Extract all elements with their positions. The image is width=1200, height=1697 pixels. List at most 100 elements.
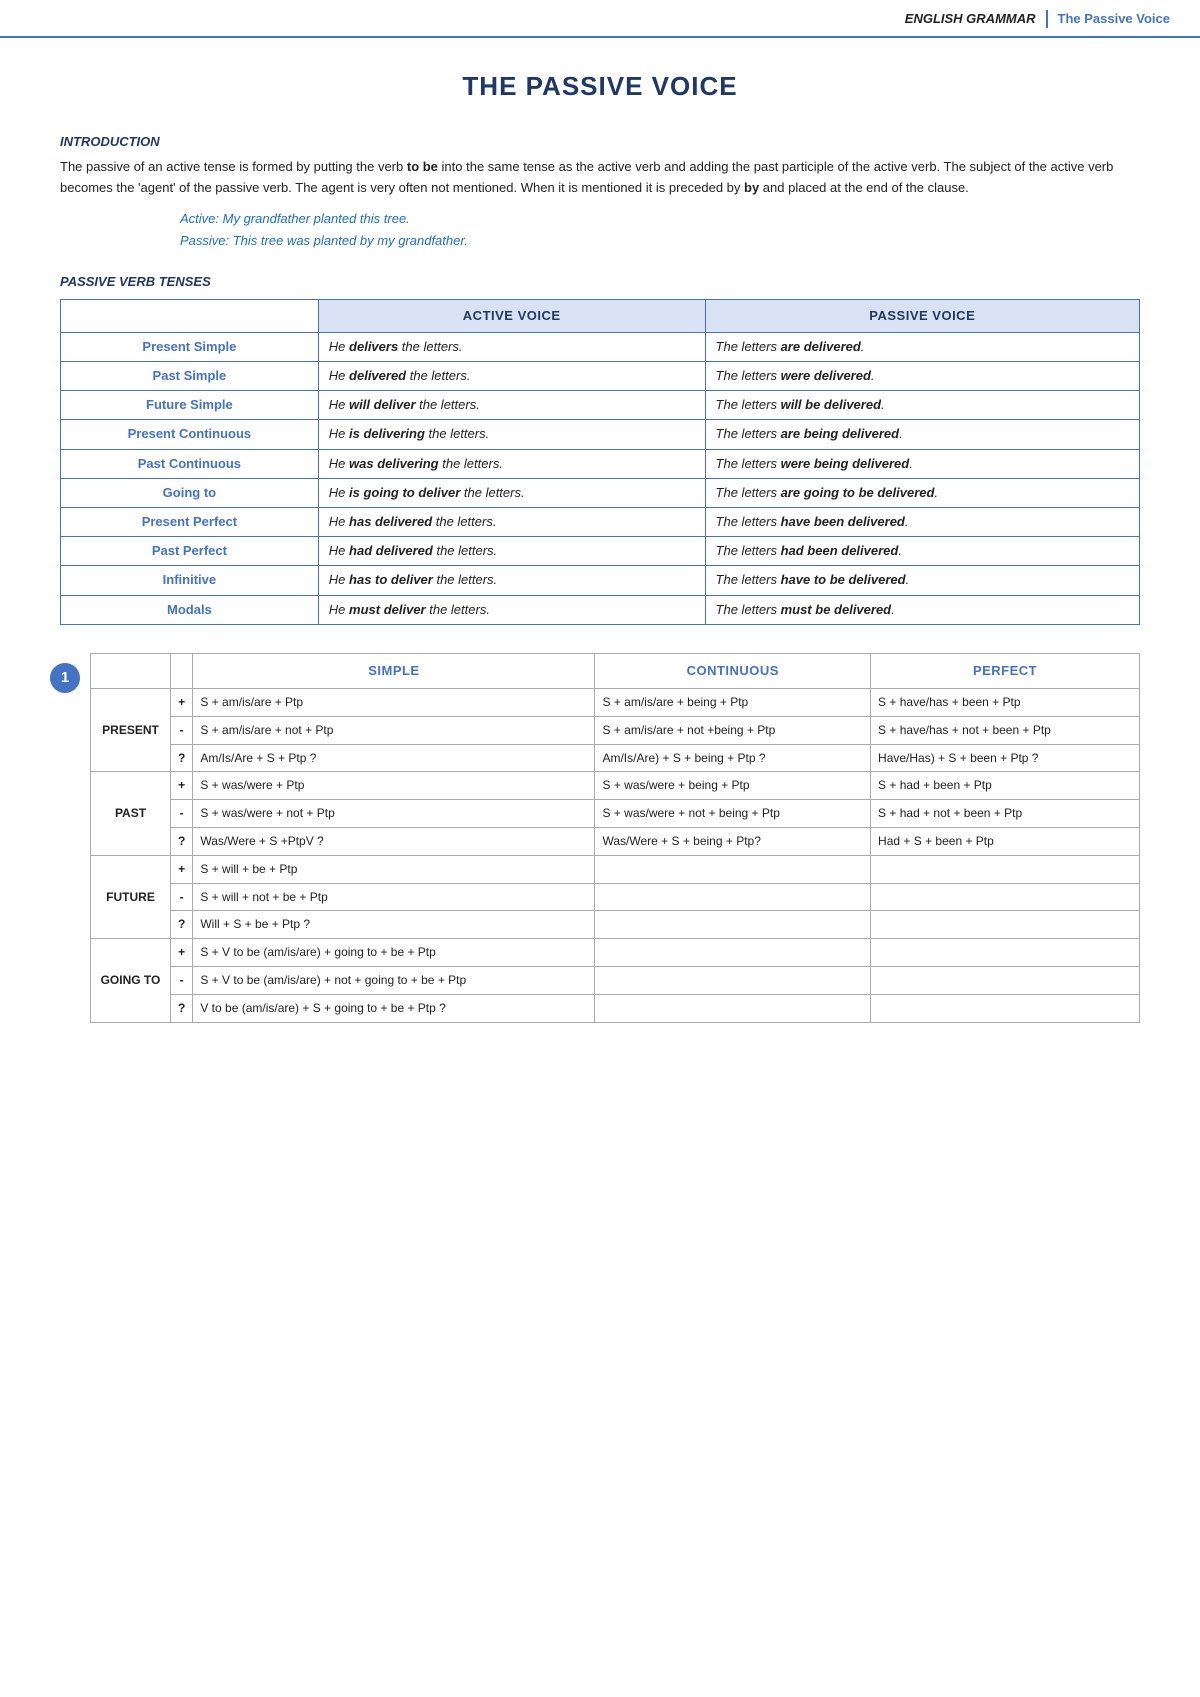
perfect-formula	[871, 994, 1140, 1022]
active-cell: He has to deliver the letters.	[318, 566, 705, 595]
perfect-formula: S + had + not + been + Ptp	[871, 800, 1140, 828]
perfect-formula: Have/Has) + S + been + Ptp ?	[871, 744, 1140, 772]
formula-th-simple: SIMPLE	[193, 653, 595, 688]
sign-cell: ?	[171, 744, 193, 772]
tenses-th-empty	[61, 299, 319, 332]
sign-cell: -	[171, 716, 193, 744]
simple-formula: S + was/were + Ptp	[193, 772, 595, 800]
passive-cell: The letters were delivered.	[705, 362, 1139, 391]
tense-label: Present Perfect	[61, 508, 319, 537]
grammar-label: ENGLISH GRAMMAR	[905, 10, 1036, 28]
formula-table-wrap: SIMPLE CONTINUOUS PERFECT PRESENT+S + am…	[90, 653, 1140, 1023]
formula-row: GOING TO+S + V to be (am/is/are) + going…	[91, 939, 1140, 967]
active-cell: He delivers the letters.	[318, 332, 705, 361]
continuous-formula: Was/Were + S + being + Ptp?	[595, 827, 871, 855]
tense-label: Infinitive	[61, 566, 319, 595]
passive-example: Passive: This tree was planted by my gra…	[180, 230, 1140, 252]
sign-cell: +	[171, 688, 193, 716]
passive-cell: The letters must be delivered.	[705, 595, 1139, 624]
row-section-label: FUTURE	[91, 855, 171, 938]
simple-formula: Was/Were + S +PtpV ?	[193, 827, 595, 855]
perfect-formula: S + have/has + not + been + Ptp	[871, 716, 1140, 744]
active-cell: He had delivered the letters.	[318, 537, 705, 566]
simple-formula: S + will + not + be + Ptp	[193, 883, 595, 911]
perfect-formula	[871, 939, 1140, 967]
tenses-th-active: ACTIVE VOICE	[318, 299, 705, 332]
formula-row: -S + V to be (am/is/are) + not + going t…	[91, 966, 1140, 994]
continuous-formula	[595, 855, 871, 883]
sign-cell: +	[171, 772, 193, 800]
continuous-formula: S + was/were + not + being + Ptp	[595, 800, 871, 828]
formula-row: ?Am/Is/Are + S + Ptp ?Am/Is/Are) + S + b…	[91, 744, 1140, 772]
tense-label: Modals	[61, 595, 319, 624]
formula-row: PRESENT+S + am/is/are + PtpS + am/is/are…	[91, 688, 1140, 716]
formula-table: SIMPLE CONTINUOUS PERFECT PRESENT+S + am…	[90, 653, 1140, 1023]
intro-heading: INTRODUCTION	[60, 133, 1140, 151]
verb-tenses-heading: PASSIVE VERB TENSES	[60, 273, 1140, 291]
perfect-formula: S + had + been + Ptp	[871, 772, 1140, 800]
row-section-label: GOING TO	[91, 939, 171, 1022]
passive-cell: The letters are delivered.	[705, 332, 1139, 361]
active-cell: He delivered the letters.	[318, 362, 705, 391]
formula-row: ?Was/Were + S +PtpV ?Was/Were + S + bein…	[91, 827, 1140, 855]
continuous-formula	[595, 966, 871, 994]
perfect-formula: Had + S + been + Ptp	[871, 827, 1140, 855]
perfect-formula	[871, 911, 1140, 939]
simple-formula: S + V to be (am/is/are) + not + going to…	[193, 966, 595, 994]
formula-th-empty1	[91, 653, 171, 688]
active-example: Active: My grandfather planted this tree…	[180, 208, 1140, 230]
sign-cell: -	[171, 966, 193, 994]
passive-cell: The letters are going to be delivered.	[705, 478, 1139, 507]
sign-cell: +	[171, 939, 193, 967]
perfect-formula	[871, 966, 1140, 994]
formula-row: ?Will + S + be + Ptp ?	[91, 911, 1140, 939]
simple-formula: S + am/is/are + not + Ptp	[193, 716, 595, 744]
simple-formula: S + V to be (am/is/are) + going to + be …	[193, 939, 595, 967]
perfect-formula: S + have/has + been + Ptp	[871, 688, 1140, 716]
page: ENGLISH GRAMMAR The Passive Voice THE PA…	[0, 0, 1200, 1697]
sign-cell: -	[171, 800, 193, 828]
perfect-formula	[871, 883, 1140, 911]
sign-cell: ?	[171, 911, 193, 939]
sign-cell: ?	[171, 994, 193, 1022]
tense-label: Future Simple	[61, 391, 319, 420]
tense-label: Going to	[61, 478, 319, 507]
formula-row: PAST+S + was/were + PtpS + was/were + be…	[91, 772, 1140, 800]
perfect-formula	[871, 855, 1140, 883]
formula-th-continuous: CONTINUOUS	[595, 653, 871, 688]
tense-label: Present Simple	[61, 332, 319, 361]
sign-cell: +	[171, 855, 193, 883]
simple-formula: Am/Is/Are + S + Ptp ?	[193, 744, 595, 772]
active-cell: He will deliver the letters.	[318, 391, 705, 420]
sign-cell: -	[171, 883, 193, 911]
passive-cell: The letters have been delivered.	[705, 508, 1139, 537]
formula-row: -S + will + not + be + Ptp	[91, 883, 1140, 911]
examples-block: Active: My grandfather planted this tree…	[180, 208, 1140, 252]
tense-label: Past Simple	[61, 362, 319, 391]
row-section-label: PRESENT	[91, 688, 171, 771]
simple-formula: S + was/were + not + Ptp	[193, 800, 595, 828]
passive-label: The Passive Voice	[1058, 10, 1171, 28]
formula-row: ?V to be (am/is/are) + S + going to + be…	[91, 994, 1140, 1022]
continuous-formula: S + was/were + being + Ptp	[595, 772, 871, 800]
formula-th-perfect: PERFECT	[871, 653, 1140, 688]
tenses-table: ACTIVE VOICE PASSIVE VOICE Present Simpl…	[60, 299, 1140, 625]
simple-formula: S + will + be + Ptp	[193, 855, 595, 883]
simple-formula: S + am/is/are + Ptp	[193, 688, 595, 716]
page-header: ENGLISH GRAMMAR The Passive Voice	[0, 0, 1200, 38]
tenses-th-passive: PASSIVE VOICE	[705, 299, 1139, 332]
continuous-formula: S + am/is/are + being + Ptp	[595, 688, 871, 716]
active-cell: He is delivering the letters.	[318, 420, 705, 449]
active-cell: He must deliver the letters.	[318, 595, 705, 624]
formula-row: -S + was/were + not + PtpS + was/were + …	[91, 800, 1140, 828]
formula-section: 1 SIMPLE CONTINUOUS PERFECT PR	[60, 653, 1140, 1023]
tense-label: Past Continuous	[61, 449, 319, 478]
header-divider	[1046, 10, 1048, 28]
page-title: THE PASSIVE VOICE	[60, 68, 1140, 104]
passive-cell: The letters are being delivered.	[705, 420, 1139, 449]
continuous-formula: Am/Is/Are) + S + being + Ptp ?	[595, 744, 871, 772]
passive-cell: The letters were being delivered.	[705, 449, 1139, 478]
continuous-formula	[595, 994, 871, 1022]
active-cell: He was delivering the letters.	[318, 449, 705, 478]
tense-label: Past Perfect	[61, 537, 319, 566]
